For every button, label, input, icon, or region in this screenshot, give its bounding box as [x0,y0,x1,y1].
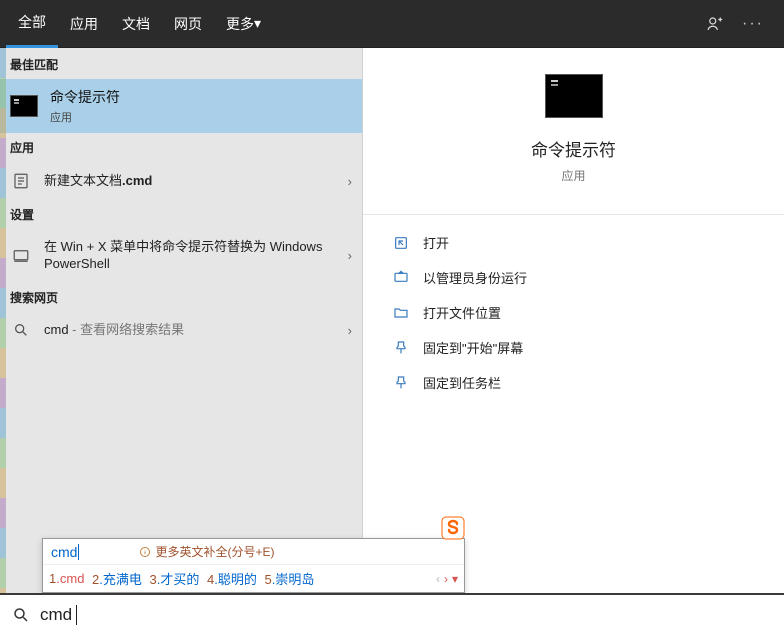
ime-candidate-window: cmd 更多英文补全(分号+E) 1.cmd 2.充满电 3.才买的 4.聪明的… [42,538,465,593]
action-pin-start[interactable]: 固定到"开始"屏幕 [363,330,784,365]
search-box[interactable]: cmd [0,593,784,635]
tab-documents[interactable]: 文档 [110,0,162,48]
ime-composition: cmd [51,544,79,560]
cmd-icon [10,95,38,117]
best-match-type: 应用 [50,109,120,125]
setting-icon [10,247,32,265]
shield-icon [393,270,409,286]
text-caret [76,605,77,625]
preview-title: 命令提示符 [531,136,616,161]
preview-subtitle: 应用 [561,167,585,184]
section-best-match: 最佳匹配 [0,48,362,79]
action-open[interactable]: 打开 [363,225,784,260]
chevron-right-icon: › [348,323,352,338]
folder-icon [393,305,409,321]
chevron-right-icon: › [348,174,352,189]
search-query-text: cmd [40,605,72,625]
options-icon[interactable]: ··· [742,15,764,33]
best-match-name: 命令提示符 [50,87,120,107]
tab-more[interactable]: 更多 ▾ [214,0,273,48]
ime-candidate[interactable]: 3.才买的 [146,569,200,588]
document-icon [10,172,32,190]
web-result-item[interactable]: cmd - 查看网络搜索结果 › [0,312,362,349]
left-accent-stripe [0,48,6,593]
tab-apps[interactable]: 应用 [58,0,110,48]
results-list: 最佳匹配 命令提示符 应用 应用 新建文本文档.cmd › 设置 在 Win +… [0,48,362,593]
setting-result-label: 在 Win + X 菜单中将命令提示符替换为 Windows PowerShel… [44,239,336,273]
chevron-right-icon: › [348,248,352,263]
ime-expand-icon[interactable]: ▾ [452,572,458,586]
section-apps: 应用 [0,133,362,162]
ime-candidate[interactable]: 5.崇明岛 [261,569,315,588]
best-match-item[interactable]: 命令提示符 应用 [0,79,362,133]
app-result-label: 新建文本文档.cmd [44,173,336,190]
action-pin-taskbar[interactable]: 固定到任务栏 [363,365,784,400]
ime-prev-icon[interactable]: ‹ [436,572,440,586]
section-settings: 设置 [0,200,362,229]
ime-hint: 更多英文补全(分号+E) [139,543,274,560]
pin-icon [393,375,409,391]
open-icon [393,235,409,251]
ime-next-icon[interactable]: › [444,572,448,586]
section-web: 搜索网页 [0,283,362,312]
preview-app-icon [545,74,603,118]
search-scope-tabs: 全部 应用 文档 网页 更多 ▾ ··· [0,0,784,48]
preview-pane: 命令提示符 应用 打开 以管理员身份运行 打开文件位置 固定到"开始"屏幕 [362,48,784,593]
web-result-label: cmd - 查看网络搜索结果 [44,322,336,339]
sogou-logo-icon [441,516,465,540]
app-result-item[interactable]: 新建文本文档.cmd › [0,162,362,200]
setting-result-item[interactable]: 在 Win + X 菜单中将命令提示符替换为 Windows PowerShel… [0,229,362,283]
ime-candidate[interactable]: 1.cmd [49,571,84,586]
search-icon [10,322,32,338]
info-icon [139,546,151,558]
tab-all[interactable]: 全部 [6,0,58,48]
tab-web[interactable]: 网页 [162,0,214,48]
search-icon [12,606,30,624]
action-open-location[interactable]: 打开文件位置 [363,295,784,330]
ime-candidate[interactable]: 4.聪明的 [203,569,257,588]
ime-candidate[interactable]: 2.充满电 [88,569,142,588]
pin-icon [393,340,409,356]
feedback-icon[interactable] [706,15,724,33]
action-run-admin[interactable]: 以管理员身份运行 [363,260,784,295]
